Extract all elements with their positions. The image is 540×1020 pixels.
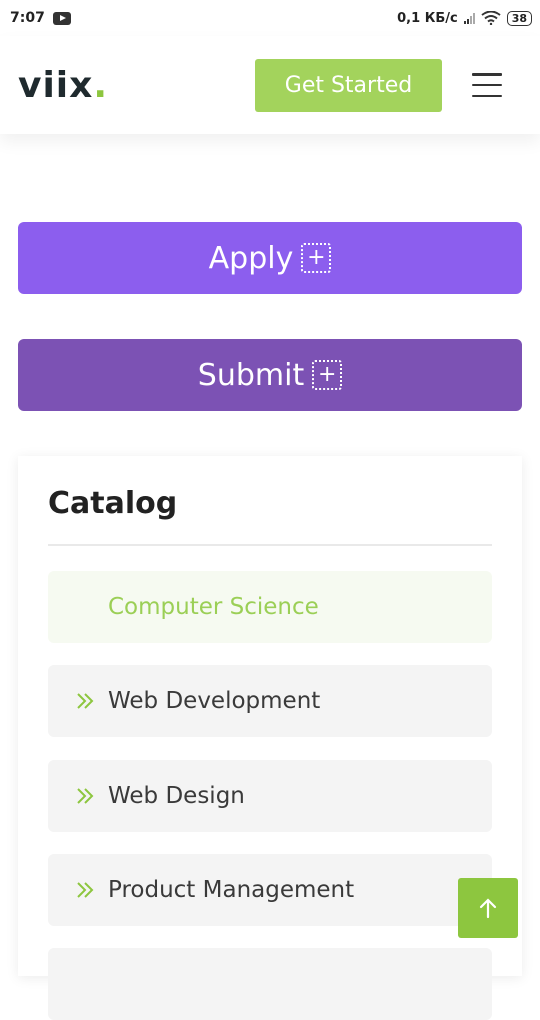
catalog-card: Catalog Computer Science Web Development… [18, 456, 522, 1020]
catalog-item-label: Computer Science [108, 594, 319, 620]
status-right: 0,1 КБ/с 38 [397, 10, 532, 26]
catalog-item-computer-science[interactable]: Computer Science [48, 571, 492, 643]
double-chevron-right-icon [74, 690, 96, 712]
status-left: 7:07 [10, 10, 71, 26]
hamburger-icon[interactable] [472, 73, 502, 97]
catalog-item-label: Web Development [108, 688, 321, 714]
signal-icon [463, 12, 475, 24]
scroll-to-top-button[interactable] [458, 878, 518, 938]
submit-button[interactable]: Submit + [18, 339, 522, 411]
catalog-item-partial[interactable] [48, 948, 492, 1020]
arrow-up-icon [479, 898, 497, 919]
double-chevron-right-icon [74, 785, 96, 807]
double-chevron-right-icon [74, 596, 96, 618]
catalog-title: Catalog [48, 486, 178, 521]
apply-label: Apply [208, 240, 294, 276]
submit-label: Submit [197, 357, 305, 393]
header-actions: Get Started [255, 58, 502, 112]
battery-icon: 38 [506, 10, 532, 26]
catalog-item-web-development[interactable]: Web Development [48, 665, 492, 737]
status-time: 7:07 [10, 10, 45, 26]
logo[interactable]: viix. [18, 65, 108, 106]
logo-dot: . [93, 64, 109, 106]
plus-icon: + [301, 243, 332, 273]
plus-icon: + [312, 360, 343, 390]
wifi-icon [481, 11, 501, 25]
catalog-item-label: Product Management [108, 877, 355, 903]
catalog-divider [48, 544, 492, 546]
get-started-button[interactable]: Get Started [255, 58, 442, 112]
site-header: viix. Get Started [0, 36, 540, 134]
network-speed: 0,1 КБ/с [397, 10, 458, 26]
status-bar: 7:07 0,1 КБ/с 38 [0, 0, 540, 36]
catalog-item-label: Web Design [108, 783, 245, 809]
catalog-item-product-management[interactable]: Product Management [48, 854, 492, 926]
apply-button[interactable]: Apply + [18, 222, 522, 294]
logo-text: viix [18, 64, 94, 106]
youtube-icon [52, 11, 71, 25]
catalog-item-web-design[interactable]: Web Design [48, 760, 492, 832]
double-chevron-right-icon [74, 879, 96, 901]
